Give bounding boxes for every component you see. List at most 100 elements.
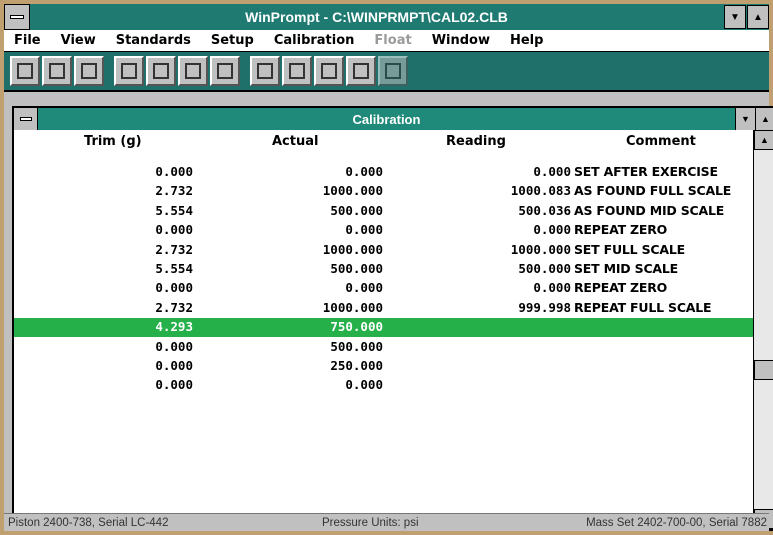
table-row[interactable]: 0.000 250.000: [14, 357, 753, 376]
cell-actual[interactable]: 0.000: [345, 377, 383, 392]
cell-actual[interactable]: 500.000: [330, 203, 383, 218]
child-minimize-button[interactable]: ▼: [735, 108, 755, 130]
cell-comment[interactable]: AS FOUND MID SCALE: [574, 203, 724, 218]
title-bar[interactable]: WinPrompt - C:\WINPRMPT\CAL02.CLB ▼ ▲: [4, 4, 769, 30]
new-icon: [17, 63, 33, 79]
child-system-menu-button[interactable]: [14, 108, 38, 130]
cell-comment[interactable]: REPEAT ZERO: [574, 280, 667, 295]
cell-trim[interactable]: 2.732: [155, 183, 193, 198]
lock-button[interactable]: [146, 56, 176, 86]
text-button[interactable]: [282, 56, 312, 86]
system-menu-button[interactable]: [4, 4, 30, 30]
calibration-grid[interactable]: Trim (g) Actual Reading Comment 0.000 0.0…: [14, 130, 753, 529]
vertical-scrollbar[interactable]: ▲ ▼: [753, 130, 773, 529]
menu-standards[interactable]: Standards: [106, 33, 201, 48]
scroll-thumb[interactable]: [754, 360, 773, 380]
maximize-button[interactable]: ▲: [747, 5, 769, 29]
cell-trim[interactable]: 2.732: [155, 242, 193, 257]
table-row[interactable]: 5.554 500.000 500.000 SET MID SCALE: [14, 260, 753, 279]
cell-trim[interactable]: 0.000: [155, 164, 193, 179]
status-pressure-units: Pressure Units: psi: [322, 516, 419, 529]
database-button[interactable]: [178, 56, 208, 86]
system-menu-icon: [10, 15, 24, 19]
menu-float[interactable]: Float: [364, 33, 421, 48]
child-system-menu-icon: [19, 117, 32, 121]
table-row[interactable]: 2.732 1000.000 1000.083 AS FOUND FULL SCALE: [14, 182, 753, 201]
cell-reading[interactable]: 500.036: [518, 203, 571, 218]
cell-reading[interactable]: 999.998: [518, 300, 571, 315]
cell-trim[interactable]: 5.554: [155, 203, 193, 218]
cell-reading[interactable]: 1000.083: [511, 183, 571, 198]
menu-window[interactable]: Window: [422, 33, 500, 48]
menu-calibration[interactable]: Calibration: [264, 33, 365, 48]
cell-trim[interactable]: 0.000: [155, 358, 193, 373]
cell-actual[interactable]: 0.000: [345, 222, 383, 237]
chart-button[interactable]: [378, 56, 408, 86]
status-piston: Piston 2400-738, Serial LC-442: [8, 516, 169, 529]
open-button[interactable]: [42, 56, 72, 86]
column-header-trim[interactable]: Trim (g): [84, 134, 142, 149]
cell-actual[interactable]: 0.000: [345, 280, 383, 295]
print-button[interactable]: [114, 56, 144, 86]
export-button[interactable]: [346, 56, 376, 86]
application-window: WinPrompt - C:\WINPRMPT\CAL02.CLB ▼ ▲ Fi…: [0, 0, 773, 535]
cell-comment[interactable]: REPEAT FULL SCALE: [574, 300, 712, 315]
cell-comment[interactable]: SET MID SCALE: [574, 261, 678, 276]
cell-trim[interactable]: 0.000: [155, 377, 193, 392]
table-row[interactable]: 0.000 0.000: [14, 376, 753, 395]
cell-actual[interactable]: 500.000: [330, 261, 383, 276]
cell-actual[interactable]: 750.000: [330, 319, 383, 334]
cell-trim[interactable]: 4.293: [155, 319, 193, 334]
cell-actual[interactable]: 500.000: [330, 339, 383, 354]
save-button[interactable]: [74, 56, 104, 86]
cell-reading[interactable]: 0.000: [533, 164, 571, 179]
cell-comment[interactable]: SET FULL SCALE: [574, 242, 685, 257]
cell-reading[interactable]: 500.000: [518, 261, 571, 276]
chart-icon: [385, 63, 401, 79]
cell-actual[interactable]: 1000.000: [323, 300, 383, 315]
menu-setup[interactable]: Setup: [201, 33, 264, 48]
cancel-button[interactable]: [314, 56, 344, 86]
blank-button[interactable]: [210, 56, 240, 86]
menu-help[interactable]: Help: [500, 33, 553, 48]
table-row[interactable]: 5.554 500.000 500.036 AS FOUND MID SCALE: [14, 202, 753, 221]
menu-file[interactable]: File: [4, 33, 51, 48]
table-row[interactable]: 2.732 1000.000 1000.000 SET FULL SCALE: [14, 241, 753, 260]
column-header-actual[interactable]: Actual: [272, 134, 318, 149]
text-icon: [289, 63, 305, 79]
column-header-comment[interactable]: Comment: [626, 134, 696, 149]
cell-actual[interactable]: 250.000: [330, 358, 383, 373]
child-maximize-button[interactable]: ▲: [755, 108, 773, 130]
grid-button[interactable]: [250, 56, 280, 86]
cell-actual[interactable]: 1000.000: [323, 242, 383, 257]
cell-trim[interactable]: 0.000: [155, 339, 193, 354]
cell-reading[interactable]: 1000.000: [511, 242, 571, 257]
table-row[interactable]: 4.293 750.000: [14, 318, 753, 338]
calibration-title: Calibration: [352, 111, 421, 127]
menu-bar: File View Standards Setup Calibration Float Wi…: [4, 30, 769, 52]
cell-comment[interactable]: AS FOUND FULL SCALE: [574, 183, 731, 198]
calibration-window: Calibration ▼ ▲ Trim (g) Actual Reading …: [12, 106, 773, 531]
column-header-reading[interactable]: Reading: [446, 134, 506, 149]
cell-actual[interactable]: 1000.000: [323, 183, 383, 198]
new-button[interactable]: [10, 56, 40, 86]
cell-trim[interactable]: 2.732: [155, 300, 193, 315]
cell-trim[interactable]: 0.000: [155, 222, 193, 237]
open-icon: [49, 63, 65, 79]
table-row[interactable]: 2.732 1000.000 999.998 REPEAT FULL SCALE: [14, 299, 753, 318]
table-row[interactable]: 0.000 0.000 0.000 REPEAT ZERO: [14, 279, 753, 298]
cell-comment[interactable]: REPEAT ZERO: [574, 222, 667, 237]
cell-actual[interactable]: 0.000: [345, 164, 383, 179]
cell-comment[interactable]: SET AFTER EXERCISE: [574, 164, 718, 179]
menu-view[interactable]: View: [51, 33, 106, 48]
cell-trim[interactable]: 5.554: [155, 261, 193, 276]
table-row[interactable]: 0.000 500.000: [14, 338, 753, 357]
table-row[interactable]: 0.000 0.000 0.000 REPEAT ZERO: [14, 221, 753, 240]
scroll-up-button[interactable]: ▲: [754, 130, 773, 150]
cell-reading[interactable]: 0.000: [533, 280, 571, 295]
table-row[interactable]: 0.000 0.000 0.000 SET AFTER EXERCISE: [14, 163, 753, 182]
minimize-button[interactable]: ▼: [724, 5, 746, 29]
calibration-title-bar[interactable]: Calibration ▼ ▲: [14, 108, 773, 130]
cell-trim[interactable]: 0.000: [155, 280, 193, 295]
cell-reading[interactable]: 0.000: [533, 222, 571, 237]
